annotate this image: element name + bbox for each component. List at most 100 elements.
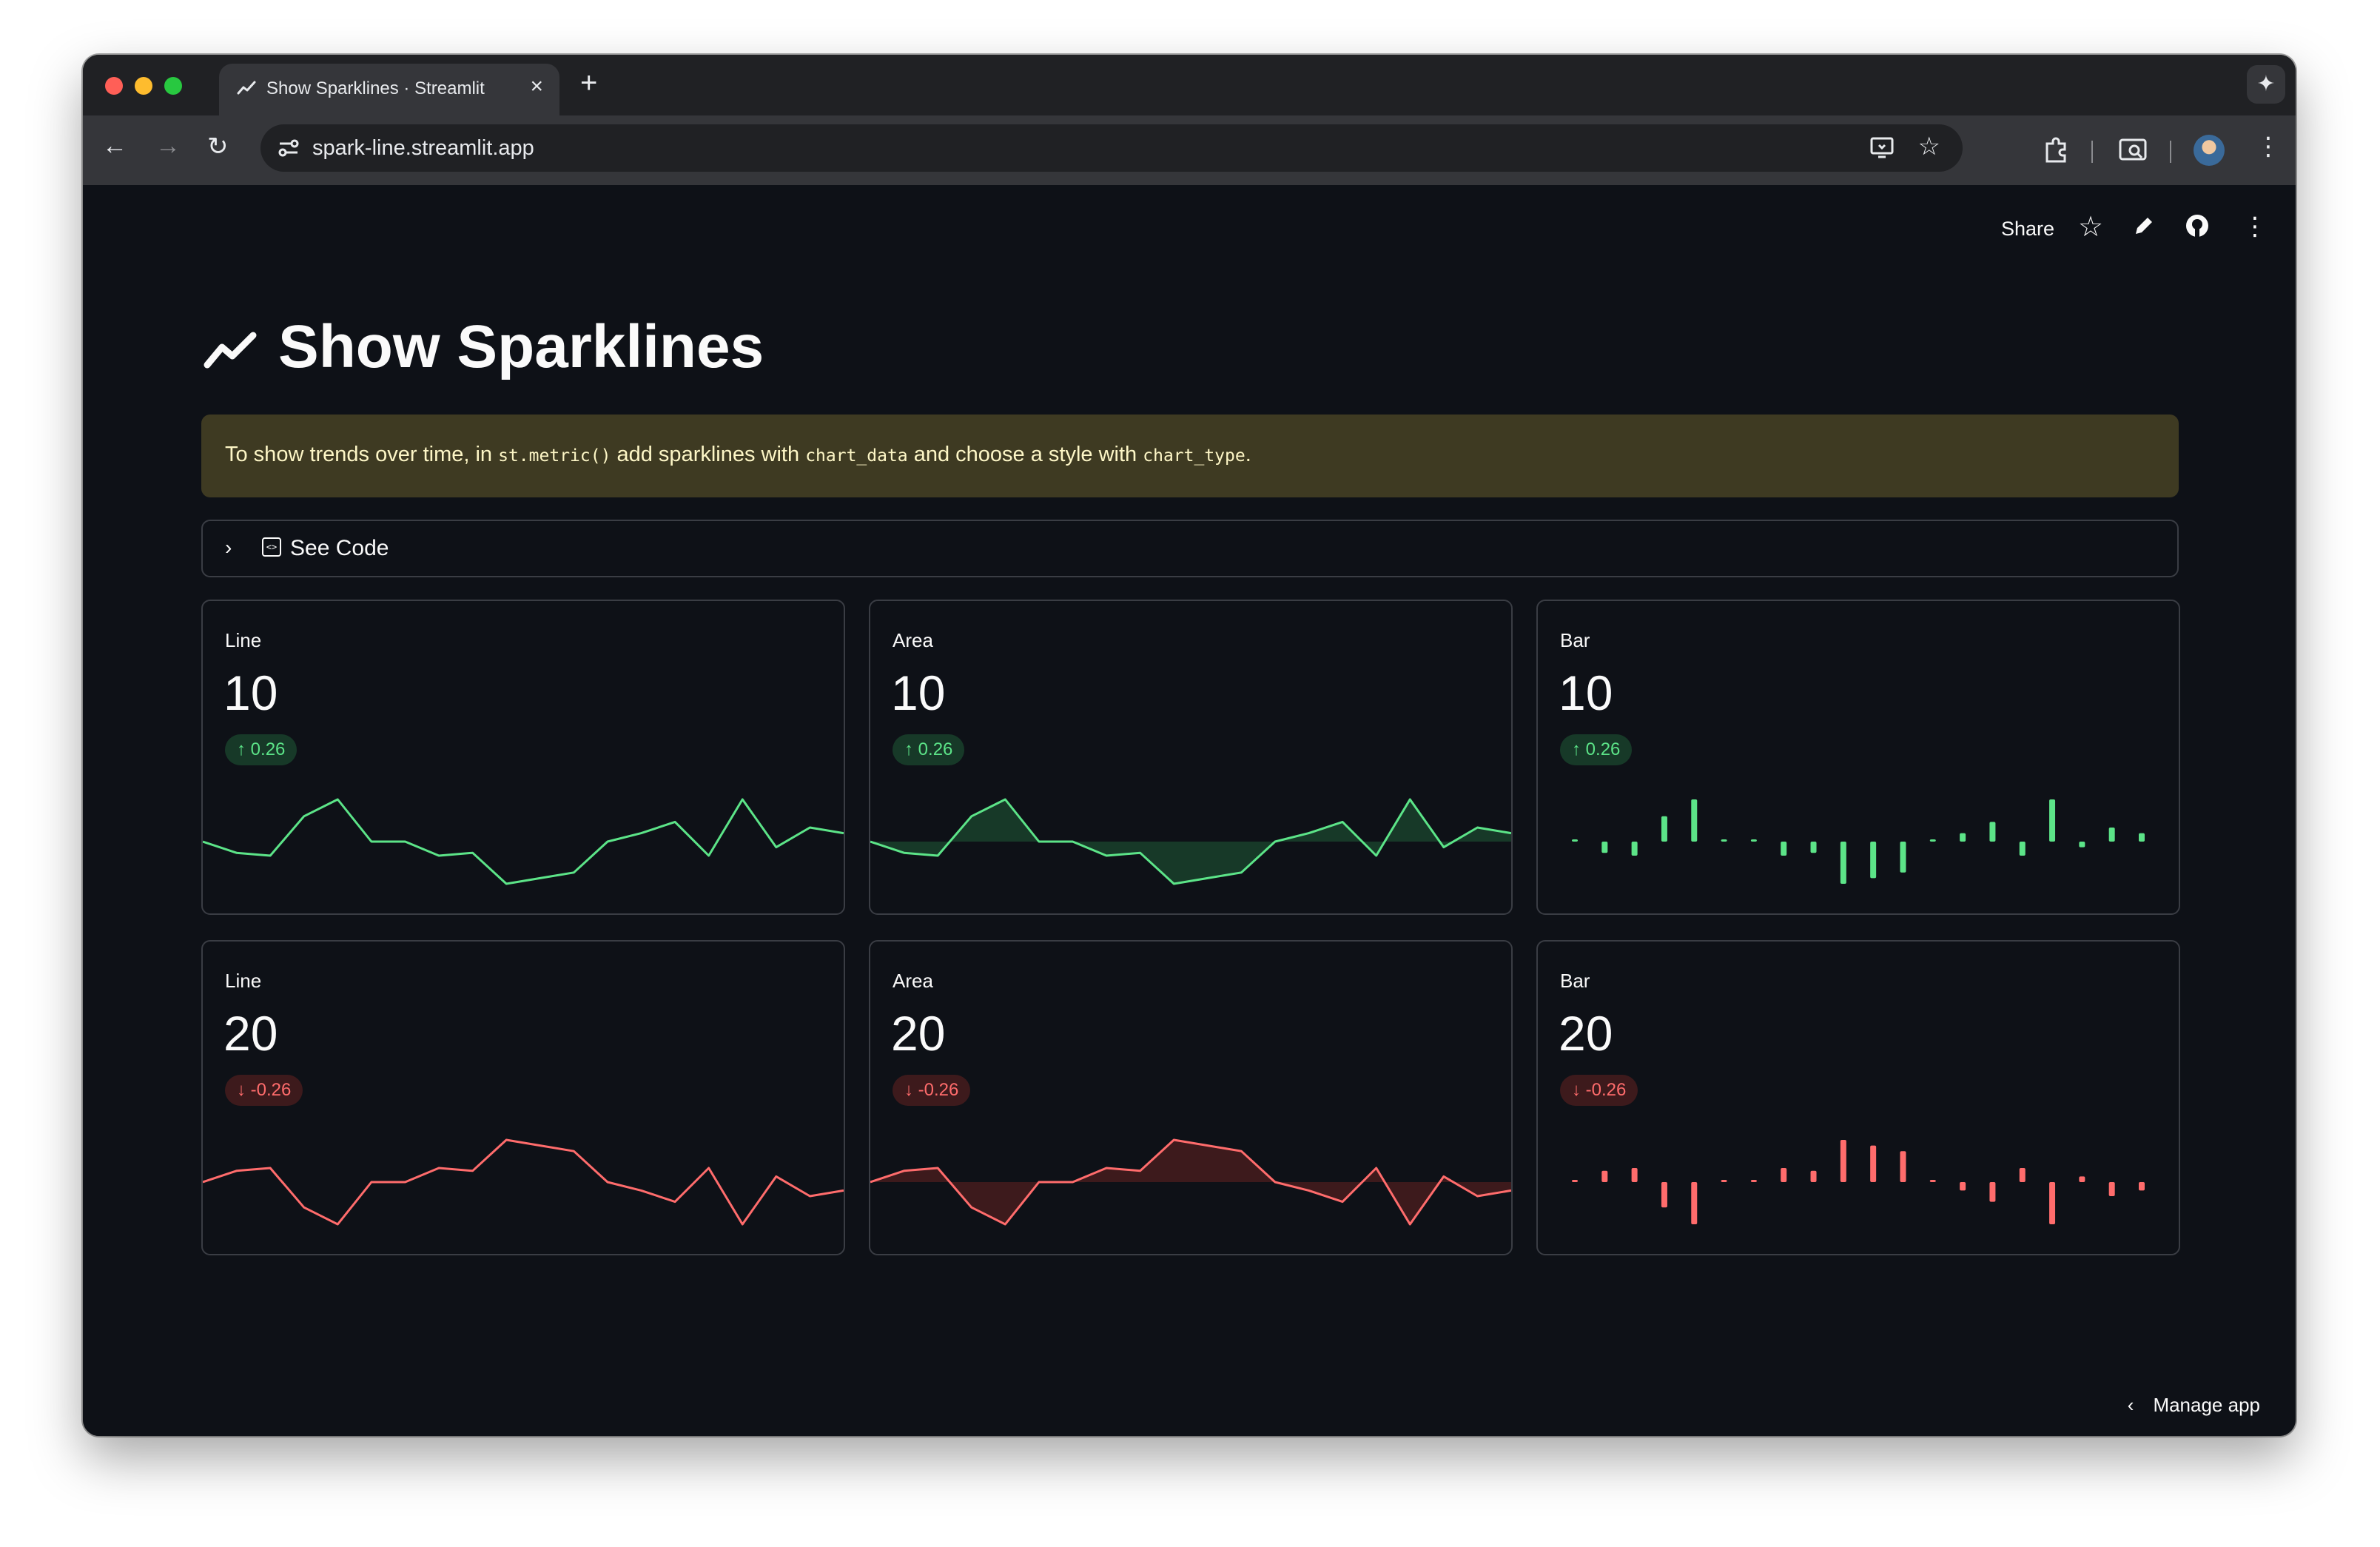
- metric-label: Bar: [1560, 629, 1590, 651]
- arrow-up-icon: ↑: [237, 739, 251, 759]
- metric-value: 20: [223, 1006, 278, 1061]
- metric-value: 20: [891, 1006, 946, 1061]
- metric-label: Area: [892, 970, 933, 992]
- sparkline-bar: [1870, 842, 1877, 879]
- manage-app-button[interactable]: ‹ Manage app: [2128, 1394, 2260, 1417]
- sparkline-bar: [1810, 842, 1817, 853]
- back-icon[interactable]: ←: [102, 132, 127, 161]
- maximize-window-button[interactable]: [164, 77, 182, 95]
- streamlit-app: Share ☆ ⋮ Show Sparklines To show trends…: [83, 185, 2296, 1436]
- sparkline-bar: [1721, 1180, 1727, 1182]
- sparkline-line: [203, 1138, 844, 1226]
- sparkline-area-fill: [870, 799, 1511, 884]
- sparkline-bar: [1750, 1180, 1757, 1182]
- install-app-icon[interactable]: [1869, 135, 1895, 164]
- sparkline-bar: [1601, 842, 1608, 853]
- sparkline-chart: [203, 1138, 844, 1226]
- metric-delta-badge: ↑ 0.26: [892, 734, 965, 765]
- sparkline-bar: [1631, 1168, 1638, 1182]
- main-menu-icon[interactable]: ⋮: [2242, 212, 2268, 241]
- metric-delta-value: 0.26: [250, 739, 286, 759]
- sparkline-bar: [1960, 1182, 1966, 1191]
- sparkline-chart: [203, 798, 844, 885]
- toolbar-divider: [2091, 141, 2093, 163]
- metric-label: Line: [225, 629, 262, 651]
- minimize-window-button[interactable]: [135, 77, 152, 95]
- sparkline-bar: [2139, 1182, 2145, 1191]
- avatar[interactable]: [2194, 135, 2225, 166]
- metric-value: 10: [223, 665, 278, 720]
- sparkline-bar: [2108, 1182, 2115, 1196]
- see-code-expander[interactable]: › <> See Code: [201, 520, 2179, 577]
- reload-icon[interactable]: ↻: [207, 132, 229, 161]
- sparkline-bar: [1781, 842, 1787, 856]
- metric-delta-badge: ↓ -0.26: [225, 1075, 303, 1106]
- sparkline-bar: [1989, 822, 1996, 842]
- sparkline-chart: [1572, 799, 2145, 884]
- arrow-down-icon: ↓: [237, 1080, 251, 1100]
- sparkle-icon[interactable]: ✦: [2247, 65, 2285, 104]
- metric-card: Line 20 ↓ -0.26: [201, 940, 845, 1255]
- sparkline-bar: [1721, 839, 1727, 842]
- metric-delta-badge: ↑ 0.26: [225, 734, 298, 765]
- manage-app-label: Manage app: [2153, 1394, 2260, 1416]
- sparkline-bar: [1989, 1182, 1996, 1202]
- arrow-down-icon: ↓: [904, 1080, 918, 1100]
- metric-delta-badge: ↓ -0.26: [892, 1075, 971, 1106]
- sparkline-bar: [1870, 1145, 1877, 1182]
- toolbar-divider: [2170, 141, 2171, 163]
- close-window-button[interactable]: [105, 77, 123, 95]
- alert-text: To show trends over time, in st.metric()…: [225, 443, 1251, 466]
- metric-delta-value: 0.26: [918, 739, 953, 759]
- site-settings-icon[interactable]: [277, 136, 300, 164]
- sparkline-bar: [1840, 842, 1846, 884]
- sparkline-bar: [2049, 1182, 2056, 1224]
- expander-label: See Code: [290, 536, 389, 560]
- metric-delta-value: 0.26: [1585, 739, 1621, 759]
- sparkline-bar: [1661, 816, 1667, 842]
- sparkline-area-fill: [870, 1140, 1511, 1224]
- browser-tab[interactable]: Show Sparklines · Streamlit ×: [219, 64, 559, 115]
- tab-bar: Show Sparklines · Streamlit × + ✦: [83, 55, 2296, 115]
- metric-delta-value: -0.26: [250, 1080, 292, 1100]
- sparkline-bar: [2019, 1168, 2026, 1182]
- metric-value: 10: [1559, 665, 1613, 720]
- sparkline-bar: [1691, 1182, 1698, 1224]
- arrow-up-icon: ↑: [1572, 739, 1586, 759]
- tab-search-icon[interactable]: [2118, 135, 2148, 168]
- info-alert: To show trends over time, in st.metric()…: [201, 415, 2179, 497]
- sparkline-bar: [1810, 1170, 1817, 1182]
- share-button[interactable]: Share: [2001, 218, 2054, 241]
- close-tab-icon[interactable]: ×: [530, 74, 543, 99]
- chart-trend-icon: [203, 316, 259, 386]
- sparkline-bar: [2079, 1176, 2085, 1182]
- metric-delta-value: -0.26: [918, 1080, 959, 1100]
- url-text: spark-line.streamlit.app: [312, 136, 534, 160]
- metric-label: Area: [892, 629, 933, 651]
- sparkline-bar: [1840, 1140, 1846, 1182]
- new-tab-icon[interactable]: +: [580, 67, 597, 100]
- bookmark-star-icon[interactable]: ☆: [1918, 132, 1940, 161]
- extensions-icon[interactable]: [2041, 135, 2071, 168]
- forward-icon[interactable]: →: [155, 132, 181, 161]
- sparkline-bar: [1661, 1182, 1667, 1208]
- metric-value: 20: [1559, 1006, 1613, 1061]
- star-icon[interactable]: ☆: [2078, 210, 2103, 244]
- sparkline-bar: [2139, 833, 2145, 842]
- sparkline-bar: [2108, 828, 2115, 842]
- page-title-text: Show Sparklines: [278, 313, 764, 380]
- sparkline-bar: [2019, 842, 2026, 856]
- arrow-up-icon: ↑: [904, 739, 918, 759]
- sparkline-chart: [1572, 1140, 2145, 1224]
- address-bar[interactable]: spark-line.streamlit.app ☆: [260, 124, 1963, 172]
- tab-title: Show Sparklines · Streamlit: [266, 78, 485, 98]
- sparkline-bar: [2049, 799, 2056, 842]
- page-title: Show Sparklines: [203, 312, 764, 386]
- metric-delta-badge: ↓ -0.26: [1560, 1075, 1638, 1106]
- github-icon[interactable]: [2185, 213, 2210, 242]
- edit-pencil-icon[interactable]: [2133, 215, 2155, 241]
- browser-window: Show Sparklines · Streamlit × + ✦ ← → ↻ …: [83, 55, 2296, 1436]
- sparkline-chart: [870, 1138, 1511, 1226]
- browser-menu-icon[interactable]: ⋮: [2256, 132, 2281, 161]
- sparkline-bar: [1601, 1170, 1608, 1182]
